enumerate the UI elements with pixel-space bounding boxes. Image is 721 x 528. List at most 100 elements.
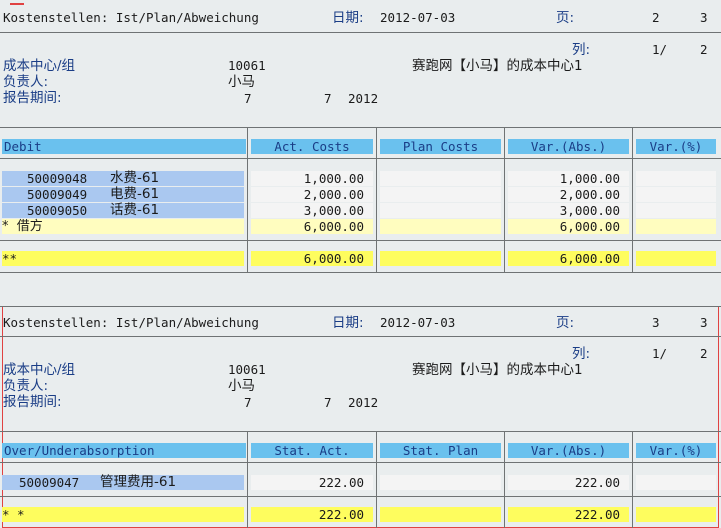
row-code: 50009049 [27,187,88,202]
period-to: 7 [324,91,332,106]
row-code: 50009048 [27,171,88,186]
divider [0,240,721,241]
column-header-stat-plan[interactable]: Stat. Plan [380,443,501,458]
column-separator [504,432,505,528]
date-label: 日期: [332,10,364,26]
row-label-cell: 50009050 话费-61 [2,203,244,218]
total-act: 222.00 [251,507,373,522]
divider [0,462,721,463]
divider [0,431,721,432]
row-var-pct [636,203,716,218]
column-current: 1/ [652,42,668,57]
subtotal-label: * 借方 [2,219,244,234]
divider [0,306,721,307]
column-separator [247,432,248,528]
row-name: 电费-61 [110,186,160,202]
divider [0,336,721,337]
column-separator [504,128,505,272]
cost-center-description: 赛跑网【小马】的成本中心1 [412,362,583,378]
column-total: 2 [700,346,708,361]
divider [0,158,721,159]
responsible-value: 小马 [228,378,255,394]
total-var-pct [636,507,716,522]
total-var-pct [636,251,716,266]
column-separator [376,432,377,528]
divider [0,32,721,33]
row-act-value: 222.00 [251,475,373,490]
row-plan-value [380,171,501,186]
date-label: 日期: [332,315,364,331]
row-var-pct [636,171,716,186]
cost-center-value: 10061 [228,58,266,73]
period-label: 报告期间: [3,394,62,410]
column-header-over-underabsorption[interactable]: Over/Underabsorption [2,443,246,458]
column-current: 1/ [652,346,668,361]
row-var-value: 3,000.00 [508,203,629,218]
divider [0,272,721,273]
row-var-value: 222.00 [508,475,629,490]
row-act-value: 1,000.00 [251,171,373,186]
column-header-debit[interactable]: Debit [2,139,246,154]
column-header-var-pct[interactable]: Var.(%) [636,443,716,458]
column-header-var-pct[interactable]: Var.(%) [636,139,716,154]
date-value: 2012-07-03 [380,10,456,25]
report-title: Kostenstellen: Ist/Plan/Abweichung [3,315,259,330]
total-var: 6,000.00 [508,251,629,266]
cost-center-label: 成本中心/组 [3,58,76,74]
column-separator [632,128,633,272]
subtotal-act: 6,000.00 [251,219,373,234]
responsible-label: 负责人: [3,378,49,394]
red-marker [10,3,24,5]
divider [0,496,721,497]
row-label-cell: 50009047 管理费用-61 [2,475,244,490]
row-name: 管理费用-61 [100,474,177,490]
column-header-var-abs[interactable]: Var.(Abs.) [508,139,629,154]
row-var-value: 2,000.00 [508,187,629,202]
subtotal-var-pct [636,219,716,234]
period-label: 报告期间: [3,90,62,106]
period-year: 2012 [348,91,379,106]
row-plan-value [380,187,501,202]
row-name: 话费-61 [110,202,160,218]
page-current: 2 [652,10,660,25]
total-label: ** [2,251,244,266]
row-code: 50009047 [19,475,80,490]
row-code: 50009050 [27,203,88,218]
period-from: 7 [244,395,252,410]
row-label-cell: 50009048 水费-61 [2,171,244,186]
column-header-var-abs[interactable]: Var.(Abs.) [508,443,629,458]
row-label-cell: 50009049 电费-61 [2,187,244,202]
report-title: Kostenstellen: Ist/Plan/Abweichung [3,10,259,25]
cost-center-description: 赛跑网【小马】的成本中心1 [412,58,583,74]
page-total: 3 [700,10,708,25]
column-total: 2 [700,42,708,57]
row-var-pct [636,475,716,490]
column-separator [247,128,248,272]
period-year: 2012 [348,395,379,410]
page-label: 页: [556,10,575,26]
cost-center-label: 成本中心/组 [3,362,76,378]
column-header-stat-act[interactable]: Stat. Act. [251,443,373,458]
subtotal-var: 6,000.00 [508,219,629,234]
divider [0,127,721,128]
responsible-label: 负责人: [3,74,49,90]
total-plan [380,507,501,522]
total-act: 6,000.00 [251,251,373,266]
row-var-pct [636,187,716,202]
period-to: 7 [324,395,332,410]
page-current: 3 [652,315,660,330]
column-header-plan-costs[interactable]: Plan Costs [380,139,501,154]
column-header-act-costs[interactable]: Act. Costs [251,139,373,154]
subtotal-plan [380,219,501,234]
row-act-value: 3,000.00 [251,203,373,218]
column-label: 列: [572,42,591,58]
row-plan-value [380,203,501,218]
total-plan [380,251,501,266]
column-separator [376,128,377,272]
total-var: 222.00 [508,507,629,522]
selection-frame [2,306,719,528]
row-name: 水费-61 [110,170,160,186]
column-label: 列: [572,346,591,362]
date-value: 2012-07-03 [380,315,456,330]
page-label: 页: [556,315,575,331]
